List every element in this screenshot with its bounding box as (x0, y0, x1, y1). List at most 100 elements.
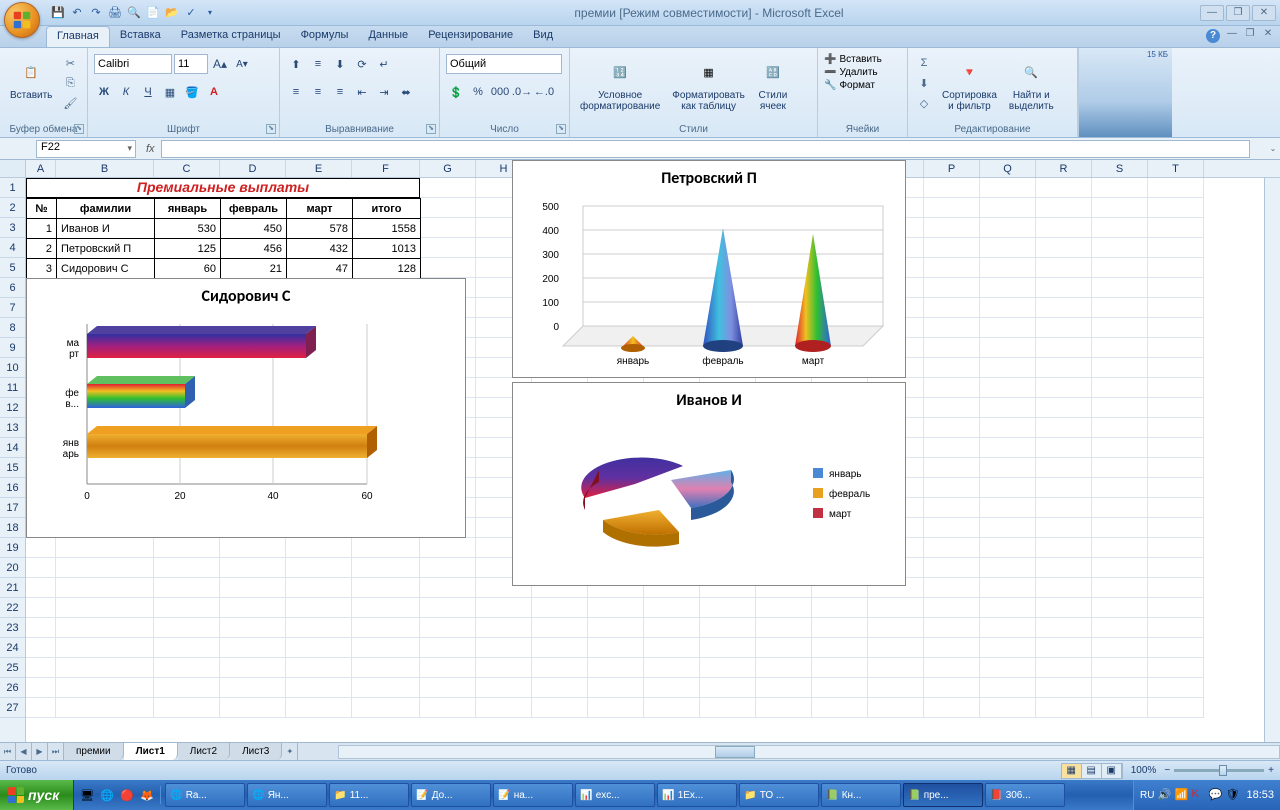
inc-decimal-icon[interactable]: .0→ (512, 82, 532, 102)
sheet-nav-first[interactable]: ⏮ (0, 743, 16, 760)
row-header[interactable]: 14 (0, 438, 25, 458)
chart-ivanov[interactable]: Иванов И (512, 382, 906, 586)
spellcheck-icon[interactable]: ✓ (183, 5, 199, 21)
font-color-icon[interactable]: A (204, 82, 224, 102)
align-bottom-icon[interactable]: ⬇ (330, 54, 350, 74)
column-header[interactable]: T (1148, 160, 1204, 177)
row-header[interactable]: 17 (0, 498, 25, 518)
clear-icon[interactable]: ◇ (914, 94, 934, 112)
chart-petrovsky[interactable]: Петровский П 0100200300400500 (512, 160, 906, 378)
view-page-break-icon[interactable]: ▣ (1102, 764, 1122, 778)
new-icon[interactable]: 📄 (145, 5, 161, 21)
row-header[interactable]: 22 (0, 598, 25, 618)
row-header[interactable]: 21 (0, 578, 25, 598)
ribbon-restore-icon[interactable]: ❐ (1242, 28, 1258, 42)
column-header[interactable]: E (286, 160, 352, 177)
row-header[interactable]: 1 (0, 178, 25, 198)
row-header[interactable]: 13 (0, 418, 25, 438)
column-header[interactable]: C (154, 160, 220, 177)
italic-button[interactable]: К (116, 82, 136, 102)
ribbon-minimize-icon[interactable]: — (1224, 28, 1240, 42)
number-launcher[interactable]: ⬊ (556, 124, 566, 134)
font-size-combo[interactable] (174, 54, 208, 74)
tab-view[interactable]: Вид (523, 26, 563, 47)
vertical-scrollbar[interactable] (1264, 178, 1280, 742)
conditional-formatting-button[interactable]: 🔢 Условное форматирование (576, 54, 664, 114)
insert-cells-button[interactable]: ➕Вставить (824, 54, 882, 65)
tab-formulas[interactable]: Формулы (291, 26, 359, 47)
comma-icon[interactable]: 000 (490, 82, 510, 102)
wrap-text-icon[interactable]: ↵ (374, 54, 394, 74)
taskbar-button[interactable]: 📁11... (329, 783, 409, 807)
sort-filter-button[interactable]: 🔻 Сортировка и фильтр (938, 54, 1001, 114)
zoom-level[interactable]: 100% (1131, 765, 1157, 776)
find-select-button[interactable]: 🔍 Найти и выделить (1005, 54, 1058, 114)
row-header[interactable]: 15 (0, 458, 25, 478)
number-format-combo[interactable] (446, 54, 562, 74)
border-icon[interactable]: ▦ (160, 82, 180, 102)
row-header[interactable]: 20 (0, 558, 25, 578)
row-header[interactable]: 6 (0, 278, 25, 298)
row-header[interactable]: 12 (0, 398, 25, 418)
copy-icon[interactable]: ⎘ (60, 74, 80, 92)
cell-styles-button[interactable]: 🔠 Стили ячеек (753, 54, 793, 114)
cut-icon[interactable]: ✂ (60, 54, 80, 72)
align-center-icon[interactable]: ≡ (308, 82, 328, 102)
help-icon[interactable]: ? (1206, 29, 1220, 43)
print-preview-icon[interactable]: 🔍 (126, 5, 142, 21)
format-painter-icon[interactable]: 🖌 (60, 94, 80, 112)
indent-dec-icon[interactable]: ⇤ (352, 82, 372, 102)
dec-decimal-icon[interactable]: ←.0 (534, 82, 554, 102)
column-header[interactable]: B (56, 160, 154, 177)
align-top-icon[interactable]: ⬆ (286, 54, 306, 74)
row-header[interactable]: 27 (0, 698, 25, 718)
row-header[interactable]: 11 (0, 378, 25, 398)
select-all-button[interactable] (0, 160, 25, 178)
taskbar-button[interactable]: 📗пре... (903, 783, 983, 807)
ribbon-close-icon[interactable]: ✕ (1260, 28, 1276, 42)
ql-ie-icon[interactable]: 🌐 (98, 786, 116, 804)
percent-icon[interactable]: % (468, 82, 488, 102)
shrink-font-icon[interactable]: A▾ (232, 54, 252, 74)
tab-home[interactable]: Главная (46, 26, 110, 47)
undo-icon[interactable]: ↶ (69, 5, 85, 21)
view-page-layout-icon[interactable]: ▤ (1082, 764, 1102, 778)
column-header[interactable]: R (1036, 160, 1092, 177)
ql-show-desktop-icon[interactable]: 🖥 (78, 786, 96, 804)
fill-icon[interactable]: ⬇ (914, 74, 934, 92)
font-name-combo[interactable] (94, 54, 172, 74)
autosum-icon[interactable]: Σ (914, 54, 934, 72)
grow-font-icon[interactable]: A▴ (210, 54, 230, 74)
delete-cells-button[interactable]: ➖Удалить (824, 67, 878, 78)
open-icon[interactable]: 📂 (164, 5, 180, 21)
row-header[interactable]: 10 (0, 358, 25, 378)
sheet-nav-last[interactable]: ⏭ (48, 743, 64, 760)
redo-icon[interactable]: ↷ (88, 5, 104, 21)
chart-sidorovich[interactable]: Сидорович С март фев... январь 0 (26, 278, 466, 538)
qat-more-icon[interactable]: ▾ (202, 5, 218, 21)
ql-opera-icon[interactable]: 🔴 (118, 786, 136, 804)
fx-icon[interactable]: fx (146, 143, 155, 155)
fill-color-icon[interactable]: 🪣 (182, 82, 202, 102)
indent-inc-icon[interactable]: ⇥ (374, 82, 394, 102)
zoom-slider[interactable] (1174, 769, 1264, 772)
minimize-button[interactable]: — (1200, 5, 1224, 21)
row-header[interactable]: 19 (0, 538, 25, 558)
sheet-nav-prev[interactable]: ◀ (16, 743, 32, 760)
align-middle-icon[interactable]: ≡ (308, 54, 328, 74)
column-header[interactable]: G (420, 160, 476, 177)
clipboard-launcher[interactable]: ⬊ (74, 124, 84, 134)
zoom-in-button[interactable]: + (1268, 765, 1274, 776)
row-header[interactable]: 8 (0, 318, 25, 338)
row-header[interactable]: 23 (0, 618, 25, 638)
zoom-out-button[interactable]: − (1164, 765, 1170, 776)
sheet-tab[interactable]: премии (64, 743, 124, 760)
paste-button[interactable]: 📋 Вставить (6, 54, 56, 103)
save-icon[interactable]: 💾 (50, 5, 66, 21)
sheet-tab[interactable]: Лист1 (124, 743, 178, 760)
underline-button[interactable]: Ч (138, 82, 158, 102)
taskbar-button[interactable]: 🌐Ян... (247, 783, 327, 807)
column-header[interactable]: S (1092, 160, 1148, 177)
format-cells-button[interactable]: 🔧Формат (824, 80, 875, 91)
name-box[interactable]: F22 (36, 140, 136, 158)
